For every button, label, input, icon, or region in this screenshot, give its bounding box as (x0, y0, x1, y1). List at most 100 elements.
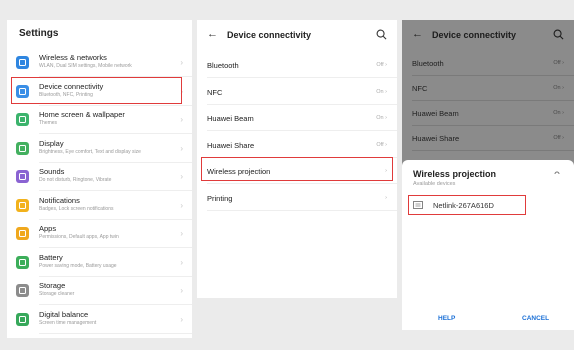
chevron-right-icon: › (180, 172, 183, 181)
chevron-right-icon: › (560, 110, 564, 116)
settings-item[interactable]: Home screen & wallpaper Themes › (7, 107, 192, 134)
chevron-right-icon: › (560, 60, 564, 66)
settings-item[interactable]: Apps Permissions, Default apps, App twin › (7, 221, 192, 248)
item-status: On (376, 88, 384, 95)
chevron-right-icon: › (560, 85, 564, 91)
connectivity-item-label: Huawei Share (412, 134, 460, 143)
chevron-right-icon: › (180, 229, 183, 238)
divider (39, 332, 192, 334)
settings-item-subtitle: Themes (39, 120, 58, 126)
chevron-right-icon: › (180, 257, 183, 267)
connectivity-item[interactable]: NFC On › (402, 75, 574, 101)
loading-spinner-icon (554, 171, 560, 175)
back-arrow-icon[interactable]: ← (412, 28, 423, 40)
connectivity-item[interactable]: Huawei Share Off › (197, 132, 397, 158)
app-bar: ← Device connectivity (402, 20, 574, 50)
connectivity-item[interactable]: NFC On › (197, 79, 397, 105)
chevron-right-icon: › (383, 88, 387, 95)
settings-item[interactable]: Notifications Badges, Lock screen notific… (7, 193, 192, 220)
settings-item-title: Display (39, 138, 64, 148)
item-status: On (376, 115, 384, 121)
settings-item[interactable]: Display Brightness, Eye comfort, Text and… (7, 136, 192, 163)
connectivity-item[interactable]: Printing › (197, 185, 397, 211)
divider (39, 218, 192, 220)
settings-item-title: Storage (39, 281, 66, 290)
settings-item[interactable]: Storage Storage cleaner › (7, 278, 192, 305)
chevron-right-icon: › (383, 115, 387, 121)
settings-item-subtitle: Screen time management (39, 319, 97, 326)
divider (39, 161, 192, 163)
chevron-right-icon: › (180, 314, 183, 324)
connectivity-item[interactable]: Huawei Beam On › (402, 100, 574, 126)
divider (39, 133, 192, 134)
connectivity-item-label: Huawei Share (207, 140, 255, 150)
settings-item-subtitle: Brightness, Eye comfort, Text and displa… (39, 148, 141, 155)
connectivity-item[interactable]: Bluetooth Off › (197, 52, 397, 78)
connectivity-item-label: Bluetooth (412, 59, 444, 68)
connectivity-item-value: Off › (553, 135, 564, 141)
settings-item-subtitle: WLAN, Dual SIM settings, Mobile network (39, 63, 132, 69)
settings-item[interactable]: Battery Power saving mode, Battery usage › (7, 250, 192, 277)
chevron-right-icon: › (383, 62, 387, 68)
connectivity-item-label: Printing (207, 193, 233, 203)
cancel-button[interactable]: CANCEL (522, 315, 549, 322)
connectivity-item-label: NFC (207, 87, 223, 97)
settings-item-title: Digital balance (39, 309, 89, 319)
connectivity-item-value: Off › (376, 142, 387, 148)
display-icon (16, 141, 29, 155)
settings-item[interactable]: Sounds Do not disturb, Ringtone, Vibrate › (7, 164, 192, 191)
connectivity-item-value: Off › (376, 62, 387, 68)
dialog-title: Wireless projection (413, 169, 496, 179)
divider (39, 304, 192, 305)
divider (412, 150, 574, 151)
item-status: On (553, 110, 561, 116)
help-button[interactable]: HELP (438, 315, 455, 322)
wireless-projection-screen: ← Device connectivity Bluetooth Off › NFC O… (402, 20, 574, 330)
item-status: On (553, 85, 561, 91)
settings-title: Settings (19, 28, 59, 39)
highlight-wireless-projection (201, 157, 393, 181)
connectivity-item[interactable]: Bluetooth Off › (402, 50, 574, 76)
divider (207, 209, 397, 211)
connectivity-item-label: NFC (412, 84, 428, 93)
divider (39, 247, 192, 248)
dialog-subtitle: Available devices (413, 181, 456, 187)
connectivity-item-value: On › (553, 85, 564, 91)
connectivity-item-value: › (385, 195, 387, 201)
home-screen-icon (16, 113, 29, 126)
chevron-right-icon: › (180, 143, 183, 153)
back-arrow-icon[interactable]: ← (207, 28, 218, 40)
settings-item[interactable]: Wireless & networks WLAN, Dual SIM settin… (7, 50, 192, 77)
item-status: Off (553, 135, 561, 141)
search-icon[interactable] (376, 29, 387, 40)
connectivity-item[interactable]: Huawei Share Off › (402, 125, 574, 151)
connectivity-item[interactable]: Huawei Beam On › (197, 105, 397, 131)
highlight-device-connectivity (11, 77, 182, 104)
item-status: Off (553, 60, 561, 66)
chevron-right-icon: › (560, 135, 564, 141)
settings-item-subtitle: Permissions, Default apps, App twin (39, 234, 119, 240)
chevron-right-icon: › (180, 200, 183, 210)
divider (39, 190, 192, 191)
settings-item[interactable]: Digital balance Screen time management › (7, 307, 192, 334)
search-icon[interactable] (553, 29, 564, 40)
app-bar: ← Device connectivity (197, 20, 397, 50)
digital-balance-icon (16, 312, 29, 326)
connectivity-item-value: On › (376, 115, 387, 121)
chevron-right-icon: › (180, 286, 183, 295)
device-connectivity-screen: ← Device connectivity Bluetooth Off › NFC O… (197, 20, 397, 298)
apps-icon (16, 227, 29, 240)
highlight-device (408, 195, 526, 215)
sound-icon (16, 170, 29, 183)
settings-item-title: Apps (39, 224, 57, 233)
chevron-right-icon: › (180, 58, 183, 67)
settings-item-title: Wireless & networks (39, 53, 107, 62)
connectivity-item-value: On › (376, 89, 387, 95)
settings-item-title: Battery (39, 252, 63, 262)
connectivity-item-value: Off › (553, 60, 564, 66)
connectivity-item-label: Bluetooth (207, 61, 239, 70)
page-title: Device connectivity (227, 30, 312, 40)
wireless-projection-dialog: Wireless projection Available devices Ne… (402, 160, 574, 330)
settings-screen: Settings Wireless & networks WLAN, Dual S… (7, 20, 192, 338)
page-title: Device connectivity (432, 30, 517, 40)
